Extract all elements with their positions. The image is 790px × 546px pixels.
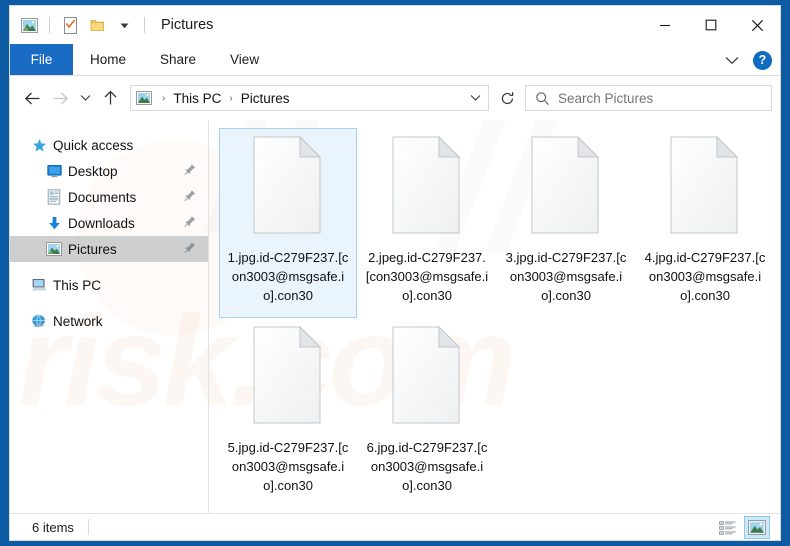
address-bar-row: › This PC › Pictures Search Pictures [10, 76, 780, 120]
blank-file-icon [667, 135, 743, 235]
sidebar-item-downloads[interactable]: Downloads [10, 210, 208, 236]
new-folder-icon[interactable] [86, 14, 108, 36]
title-divider [144, 17, 145, 33]
blank-file-icon [389, 325, 465, 425]
sidebar-item-network[interactable]: Network [10, 308, 208, 334]
pin-icon[interactable] [184, 190, 196, 205]
minimize-button[interactable] [642, 6, 688, 44]
sidebar-item-label: Pictures [68, 241, 117, 257]
view-mode-buttons [714, 514, 770, 540]
large-icons-view-button[interactable] [744, 516, 770, 539]
forward-button[interactable] [46, 84, 74, 112]
chevron-down-icon[interactable] [462, 94, 488, 102]
sidebar-item-pictures[interactable]: Pictures [10, 236, 208, 262]
desktop-icon [43, 164, 65, 178]
file-name: 4.jpg.id-C279F237.[con3003@msgsafe.io].c… [644, 250, 766, 303]
item-count-label: 6 items [32, 519, 74, 535]
properties-checklist-icon[interactable] [59, 14, 81, 36]
breadcrumb-this-pc[interactable]: This PC [170, 91, 224, 106]
pin-icon[interactable] [184, 242, 196, 257]
documents-icon [43, 189, 65, 205]
picture-icon[interactable] [18, 14, 40, 36]
quick-access-toolbar: Pictures [10, 6, 213, 44]
sidebar-item-label: This PC [53, 277, 102, 293]
file-list-pane: 1.jpg.id-C279F237.[con3003@msgsafe.io].c… [209, 120, 780, 513]
close-button[interactable] [734, 6, 780, 44]
breadcrumb-separator[interactable]: › [224, 93, 237, 104]
help-button[interactable]: ? [753, 50, 772, 70]
picture-icon [131, 91, 157, 105]
status-divider [87, 519, 89, 535]
pin-icon[interactable] [184, 216, 196, 231]
file-item[interactable]: 5.jpg.id-C279F237.[con3003@msgsafe.io].c… [219, 318, 357, 508]
network-icon [28, 314, 50, 328]
sidebar-item-quick-access[interactable]: Quick access [10, 132, 208, 158]
file-name: 2.jpeg.id-C279F237.[con3003@msgsafe.io].… [365, 250, 489, 303]
sidebar-item-this-pc[interactable]: This PC [10, 272, 208, 298]
file-name: 3.jpg.id-C279F237.[con3003@msgsafe.io].c… [505, 250, 627, 303]
search-box[interactable]: Search Pictures [525, 85, 772, 111]
sidebar-item-label: Quick access [53, 137, 134, 153]
file-item[interactable]: 4.jpg.id-C279F237.[con3003@msgsafe.io].c… [636, 128, 774, 318]
file-item[interactable]: 3.jpg.id-C279F237.[con3003@msgsafe.io].c… [497, 128, 635, 318]
sidebar-item-documents[interactable]: Documents [10, 184, 208, 210]
breadcrumb-separator: › [162, 92, 166, 104]
tab-share[interactable]: Share [143, 44, 213, 75]
sidebar-item-label: Downloads [68, 215, 135, 231]
back-button[interactable] [18, 84, 46, 112]
file-item[interactable]: 6.jpg.id-C279F237.[con3003@msgsafe.io].c… [358, 318, 496, 508]
tab-home[interactable]: Home [73, 44, 143, 75]
explorer-window: Pictures File Home Share View ? › This P… [9, 5, 781, 541]
breadcrumb-pictures[interactable]: Pictures [238, 91, 293, 106]
blank-file-icon [389, 135, 465, 235]
sidebar-item-label: Desktop [68, 163, 118, 179]
file-name: 1.jpg.id-C279F237.[con3003@msgsafe.io].c… [227, 250, 349, 303]
file-item[interactable]: 1.jpg.id-C279F237.[con3003@msgsafe.io].c… [219, 128, 357, 318]
search-input[interactable]: Search Pictures [558, 91, 653, 106]
window-title: Pictures [161, 17, 214, 33]
chevron-down-icon[interactable] [721, 49, 743, 71]
refresh-button[interactable] [493, 85, 521, 111]
tab-file[interactable]: File [10, 44, 73, 75]
customize-chevron-icon[interactable] [113, 14, 135, 36]
this-pc-icon [28, 278, 50, 292]
pin-icon[interactable] [184, 164, 196, 179]
star-icon [28, 138, 50, 153]
title-bar: Pictures [10, 6, 780, 44]
blank-file-icon [528, 135, 604, 235]
file-name: 6.jpg.id-C279F237.[con3003@msgsafe.io].c… [366, 440, 488, 493]
blank-file-icon [250, 135, 326, 235]
window-controls [642, 6, 780, 44]
sidebar-item-label: Documents [68, 189, 137, 205]
blank-file-icon [250, 325, 326, 425]
ribbon-right-controls: ? [721, 44, 772, 76]
toolbar-divider [49, 17, 50, 33]
file-name: 5.jpg.id-C279F237.[con3003@msgsafe.io].c… [227, 440, 349, 493]
details-view-button[interactable] [714, 516, 740, 539]
recent-locations-button[interactable] [74, 84, 96, 112]
explorer-body: // // risk.com Quick access [10, 120, 780, 513]
status-bar: 6 items [10, 513, 780, 540]
maximize-button[interactable] [688, 6, 734, 44]
navigation-pane: Quick access Desktop Documents Downloads… [10, 120, 209, 513]
ribbon-tab-strip: File Home Share View ? [10, 44, 780, 76]
sidebar-item-desktop[interactable]: Desktop [10, 158, 208, 184]
up-button[interactable] [96, 84, 124, 112]
picture-icon [43, 242, 65, 256]
sidebar-item-label: Network [53, 313, 103, 329]
file-item[interactable]: 2.jpeg.id-C279F237.[con3003@msgsafe.io].… [358, 128, 496, 318]
address-path-box[interactable]: › This PC › Pictures [130, 85, 489, 111]
downloads-icon [43, 216, 65, 231]
tab-view[interactable]: View [213, 44, 276, 75]
search-icon [526, 91, 558, 106]
